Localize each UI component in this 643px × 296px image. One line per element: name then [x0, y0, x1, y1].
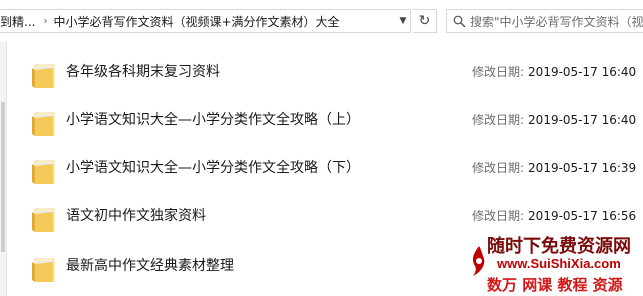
file-row[interactable]: 小学语文知识大全—小学分类作文全攻略（下） 修改日期: 2019-05-17 16:… — [7, 144, 643, 192]
chevron-down-icon[interactable]: ▼ — [395, 9, 411, 33]
search-icon — [453, 15, 466, 27]
modified-info: 修改日期: 2019-05-17 16:40 — [472, 63, 636, 80]
toolbar: 到精... › 中小学必背写作文资料（视频课+满分作文素材）大全 ▼ ↻ 搜索"… — [0, 0, 643, 42]
address-bar[interactable]: 到精... › 中小学必背写作文资料（视频课+满分作文素材）大全 — [0, 9, 411, 33]
modified-info: 修改日期: 2019-05-17 16:40 — [472, 111, 636, 128]
file-row[interactable]: 各年级各科期末复习资料 修改日期: 2019-05-17 16:40 — [7, 48, 643, 96]
breadcrumb-item-current[interactable]: 中小学必背写作文资料（视频课+满分作文素材）大全 — [53, 13, 341, 30]
folder-icon — [32, 258, 55, 282]
refresh-icon[interactable]: ↻ — [413, 9, 437, 33]
modified-info: 修改日期: 2019-05-17 16:56 — [472, 207, 636, 224]
file-name: 最新高中作文经典素材整理 — [66, 258, 234, 274]
watermark-line-2: www.SuiShiXia.com — [497, 256, 621, 271]
file-row[interactable]: 小学语文知识大全—小学分类作文全攻略（上） 修改日期: 2019-05-17 16:… — [7, 96, 643, 144]
modified-label: 修改日期: — [472, 161, 525, 175]
search-placeholder: 搜索"中小学必背写作文资料（视 — [469, 14, 643, 29]
breadcrumb-separator: › — [43, 15, 48, 27]
breadcrumb-item[interactable]: 到精... — [0, 13, 37, 30]
file-name: 小学语文知识大全—小学分类作文全攻略（上） — [66, 112, 360, 128]
folder-icon — [32, 64, 55, 88]
folder-icon — [32, 160, 55, 184]
modified-date: 2019-05-17 16:39 — [528, 161, 637, 175]
scrollbar-thumb[interactable] — [1, 102, 5, 252]
folder-icon — [32, 208, 55, 232]
modified-label: 修改日期: — [472, 113, 525, 127]
scrollbar[interactable] — [0, 42, 7, 296]
modified-date: 2019-05-17 16:56 — [528, 209, 637, 223]
file-name: 各年级各科期末复习资料 — [66, 64, 220, 80]
file-name: 语文初中作文独家资料 — [66, 208, 206, 224]
modified-label: 修改日期: — [472, 65, 525, 79]
file-name: 小学语文知识大全—小学分类作文全攻略（下） — [66, 160, 360, 176]
modified-label: 修改日期: — [472, 209, 525, 223]
search-input[interactable]: 搜索"中小学必背写作文资料（视 — [446, 9, 643, 33]
watermark-line-3: 数万 网课 教程 资源 — [487, 276, 623, 294]
folder-icon — [32, 112, 55, 136]
modified-date: 2019-05-17 16:40 — [528, 113, 637, 127]
modified-info: 修改日期: 2019-05-17 16:39 — [472, 159, 636, 176]
watermark-line-1: 随时下免费资源网 — [487, 236, 631, 257]
modified-date: 2019-05-17 16:40 — [528, 65, 637, 79]
